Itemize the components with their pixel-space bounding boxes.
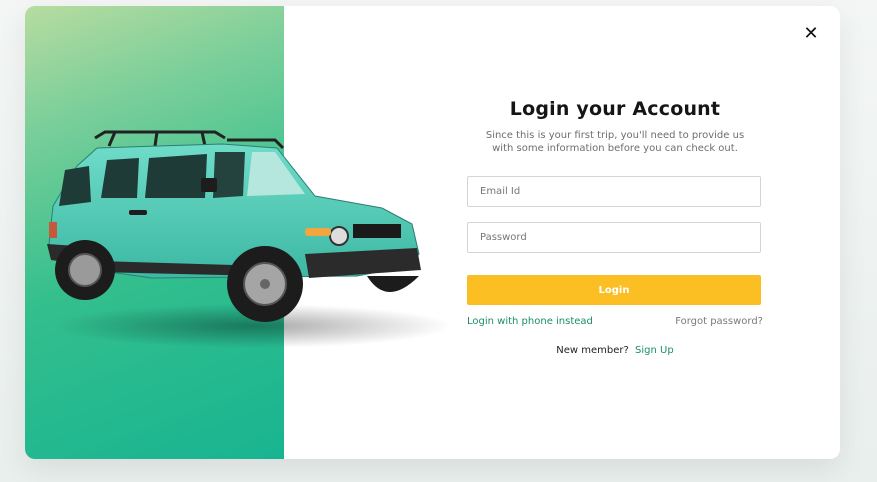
form-subtitle: Since this is your first trip, you'll ne… [485, 130, 745, 154]
signup-row: New member? Sign Up [467, 345, 763, 356]
forgot-password-link[interactable]: Forgot password? [675, 316, 763, 327]
login-with-phone-link[interactable]: Login with phone instead [467, 316, 593, 327]
new-member-label: New member? [556, 345, 629, 356]
form-title: Login your Account [509, 98, 721, 120]
auth-links-row: Login with phone instead Forgot password… [467, 316, 763, 327]
login-form: Login your Account Since this is your fi… [467, 98, 763, 356]
email-input[interactable] [467, 176, 761, 207]
login-button[interactable]: Login [467, 275, 761, 305]
login-modal: ✕ Login your Account Since this is your … [25, 6, 840, 459]
close-icon: ✕ [803, 22, 819, 44]
password-input[interactable] [467, 222, 761, 253]
close-button[interactable]: ✕ [800, 22, 822, 44]
sign-up-link[interactable]: Sign Up [635, 345, 674, 356]
hero-car-image [47, 130, 447, 348]
